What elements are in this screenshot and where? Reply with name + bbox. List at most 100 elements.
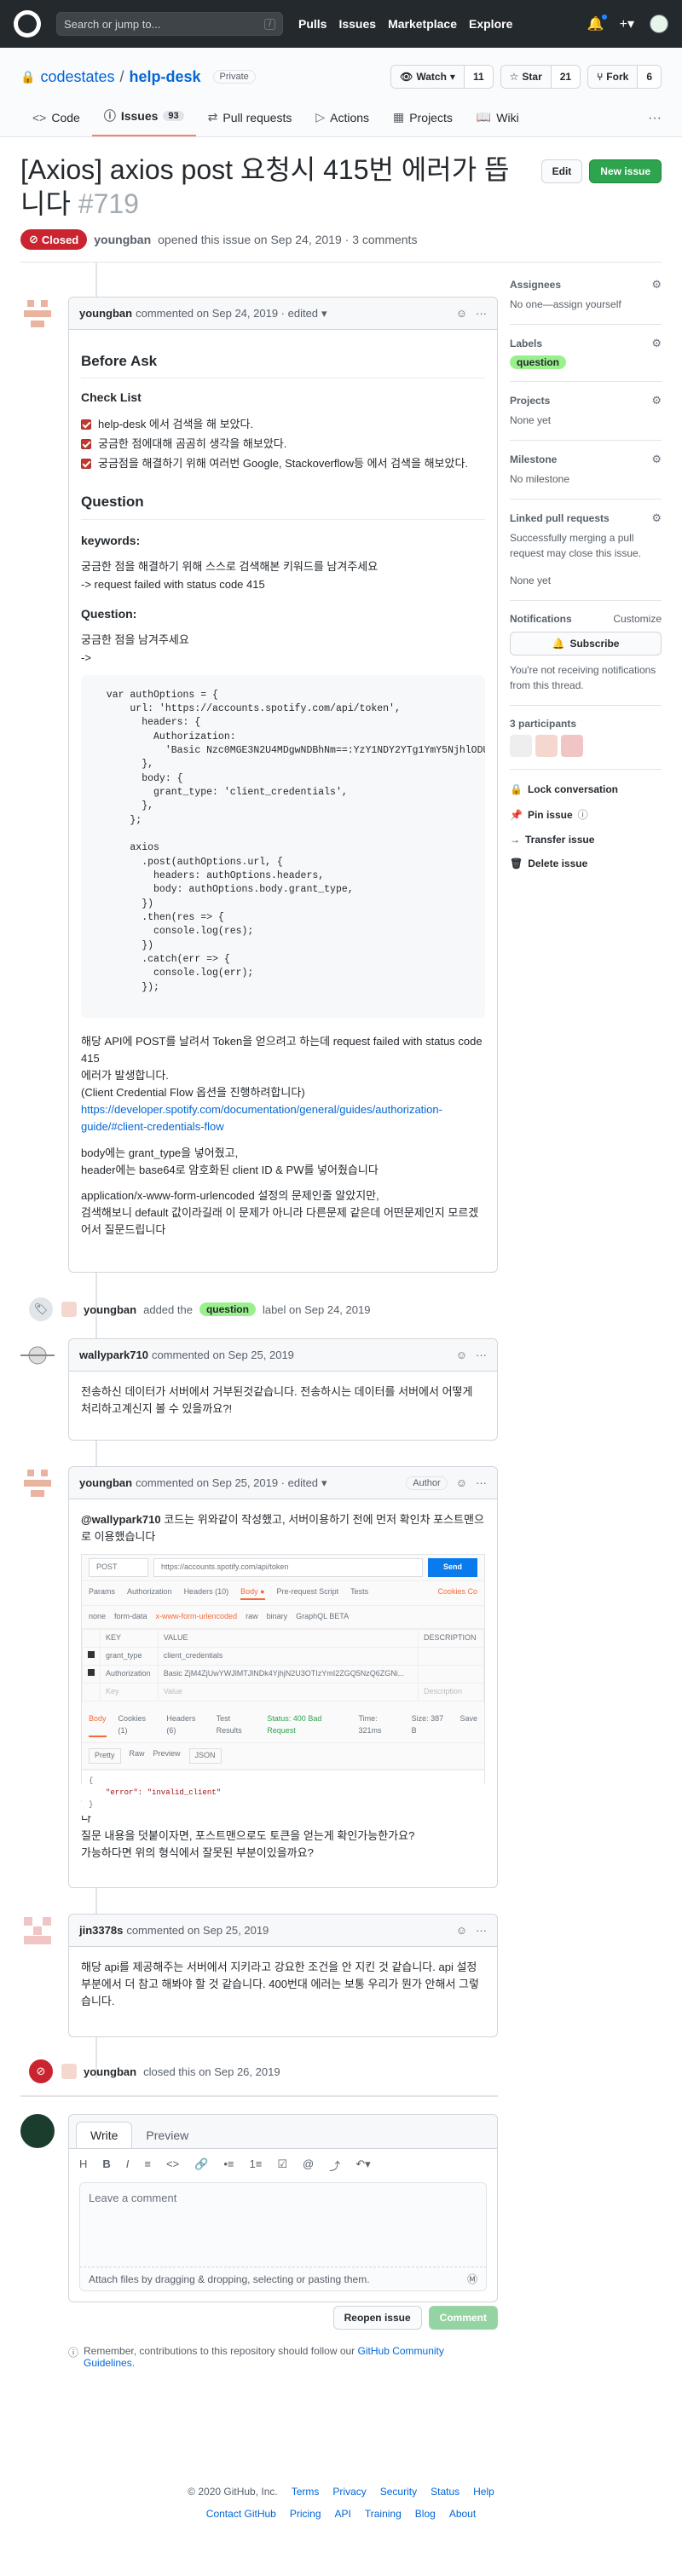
nav-marketplace[interactable]: Marketplace — [388, 17, 457, 31]
new-issue-button[interactable]: New issue — [589, 159, 662, 183]
smiley-icon[interactable]: ☺ — [456, 307, 467, 320]
avatar[interactable] — [20, 1338, 55, 1372]
nav-pulls[interactable]: Pulls — [298, 17, 327, 31]
cross-reference-icon[interactable]: ⤴ — [329, 2157, 340, 2174]
comment-author[interactable]: wallypark710 — [79, 1349, 148, 1361]
fork-count[interactable]: 6 — [637, 66, 661, 88]
repo-name-link[interactable]: help-desk — [130, 68, 201, 86]
quote-icon[interactable]: ≡ — [144, 2157, 151, 2174]
kebab-menu-icon[interactable]: ··· — [476, 1476, 487, 1489]
github-logo-icon[interactable] — [14, 10, 41, 38]
milestone-heading[interactable]: Milestone — [510, 453, 557, 465]
lock-conversation-link[interactable]: 🔒 Lock conversation — [510, 783, 662, 795]
more-tabs-icon[interactable]: ··· — [648, 111, 662, 136]
footer-link[interactable]: Contact GitHub — [206, 2508, 276, 2520]
code-icon[interactable]: <> — [166, 2157, 179, 2174]
footer-link[interactable]: Status — [431, 2486, 459, 2498]
nav-explore[interactable]: Explore — [469, 17, 512, 31]
gear-icon[interactable]: ⚙ — [651, 337, 662, 350]
footer-link[interactable]: Help — [473, 2486, 494, 2498]
comment-meta[interactable]: commented on Sep 25, 2019 · edited — [136, 1476, 318, 1489]
projects-heading[interactable]: Projects — [510, 395, 550, 407]
search-input[interactable]: Search or jump to... / — [56, 12, 283, 36]
tab-preview[interactable]: Preview — [132, 2122, 202, 2148]
customize-link[interactable]: Customize — [613, 613, 662, 625]
tab-projects[interactable]: ▦ Projects — [381, 110, 465, 136]
kebab-menu-icon[interactable]: ··· — [476, 1349, 487, 1361]
fork-button[interactable]: ⑂ Fork — [588, 66, 638, 88]
comment-author[interactable]: youngban — [79, 1476, 132, 1489]
mention-icon[interactable]: @ — [303, 2157, 314, 2174]
heading-icon[interactable]: H — [79, 2157, 87, 2174]
nav-issues[interactable]: Issues — [338, 17, 376, 31]
avatar[interactable] — [535, 735, 558, 757]
delete-issue-link[interactable]: 🗑 Delete issue — [510, 858, 662, 869]
bullet-list-icon[interactable]: •≡ — [223, 2157, 234, 2174]
star-count[interactable]: 21 — [550, 66, 581, 88]
italic-icon[interactable]: I — [126, 2157, 130, 2174]
labels-heading[interactable]: Labels — [510, 338, 542, 349]
assignees-heading[interactable]: Assignees — [510, 279, 561, 291]
comment-meta[interactable]: commented on Sep 25, 2019 — [126, 1924, 269, 1937]
checkbox-checked[interactable] — [81, 419, 91, 430]
pin-issue-link[interactable]: 📌 Pin issue ⓘ — [510, 807, 662, 822]
tab-issues[interactable]: ⓘ Issues 93 — [91, 107, 196, 136]
attach-files[interactable]: Attach files by dragging & dropping, sel… — [79, 2267, 487, 2291]
gear-icon[interactable]: ⚙ — [651, 278, 662, 292]
event-author[interactable]: youngban — [84, 2065, 136, 2078]
user-avatar[interactable] — [650, 14, 668, 33]
footer-link[interactable]: Blog — [415, 2508, 436, 2520]
footer-link[interactable]: Security — [380, 2486, 417, 2498]
watch-button[interactable]: 👁 Watch ▾ — [391, 66, 464, 88]
bold-icon[interactable]: B — [102, 2157, 110, 2174]
label-question[interactable]: question — [510, 355, 566, 369]
label-question[interactable]: question — [199, 1302, 256, 1316]
repo-owner-link[interactable]: codestates — [40, 68, 114, 86]
star-button[interactable]: ☆ Star — [500, 66, 551, 88]
edit-title-button[interactable]: Edit — [540, 159, 583, 183]
comment-author[interactable]: youngban — [79, 307, 132, 320]
watch-count[interactable]: 11 — [463, 66, 493, 88]
reply-icon[interactable]: ↶▾ — [355, 2157, 370, 2174]
chevron-down-icon[interactable]: ▾ — [321, 307, 327, 321]
link-icon[interactable]: 🔗 — [194, 2157, 208, 2174]
avatar[interactable] — [20, 297, 55, 331]
event-author[interactable]: youngban — [84, 1303, 136, 1316]
checkbox-checked[interactable] — [81, 459, 91, 470]
gear-icon[interactable]: ⚙ — [651, 453, 662, 466]
avatar[interactable] — [61, 2064, 77, 2079]
footer-link[interactable]: Pricing — [290, 2508, 321, 2520]
tab-wiki[interactable]: 📖 Wiki — [465, 110, 531, 136]
kebab-menu-icon[interactable]: ··· — [476, 307, 487, 320]
spotify-docs-link[interactable]: https://developer.spotify.com/documentat… — [81, 1103, 442, 1133]
tab-write[interactable]: Write — [76, 2122, 133, 2148]
smiley-icon[interactable]: ☺ — [456, 1476, 467, 1489]
comment-meta[interactable]: commented on Sep 24, 2019 · edited — [136, 307, 318, 320]
checkbox-checked[interactable] — [81, 439, 91, 450]
avatar[interactable] — [561, 735, 583, 757]
comment-submit-button[interactable]: Comment — [428, 2306, 498, 2330]
user-mention[interactable]: @wallypark710 — [81, 1513, 161, 1526]
avatar[interactable] — [20, 1466, 55, 1500]
notifications-bell-icon[interactable]: 🔔 — [587, 14, 608, 32]
subscribe-button[interactable]: 🔔 Subscribe — [510, 632, 662, 656]
smiley-icon[interactable]: ☺ — [456, 1924, 467, 1937]
footer-link[interactable]: Training — [365, 2508, 402, 2520]
avatar[interactable] — [20, 1914, 55, 1948]
footer-link[interactable]: Privacy — [332, 2486, 366, 2498]
gear-icon[interactable]: ⚙ — [651, 511, 662, 525]
footer-link[interactable]: About — [449, 2508, 476, 2520]
footer-link[interactable]: API — [335, 2508, 351, 2520]
reopen-issue-button[interactable]: Reopen issue — [332, 2306, 422, 2330]
comment-textarea[interactable]: Leave a comment — [79, 2182, 487, 2267]
tab-pull-requests[interactable]: ⇄ Pull requests — [196, 110, 304, 136]
avatar[interactable] — [510, 735, 532, 757]
create-new-plus-icon[interactable]: +▾ — [620, 15, 634, 32]
issue-author[interactable]: youngban — [94, 233, 151, 246]
comment-author[interactable]: jin3378s — [79, 1924, 123, 1937]
transfer-issue-link[interactable]: → Transfer issue — [510, 834, 662, 846]
gear-icon[interactable]: ⚙ — [651, 394, 662, 407]
tab-actions[interactable]: ▷ Actions — [303, 110, 381, 136]
avatar[interactable] — [61, 1302, 77, 1317]
kebab-menu-icon[interactable]: ··· — [476, 1924, 487, 1937]
